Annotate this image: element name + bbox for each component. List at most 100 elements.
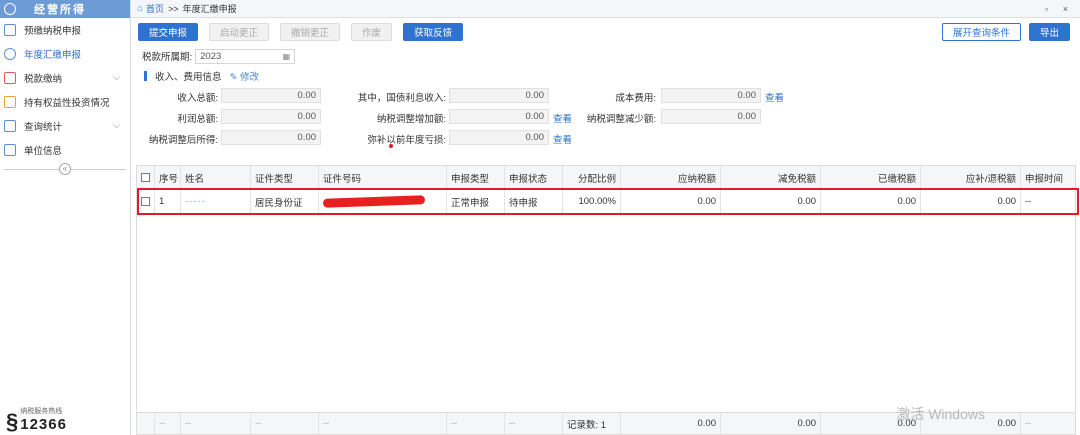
cell-tax-reduction: 0.00 <box>721 190 821 213</box>
row-checkbox[interactable] <box>141 197 150 206</box>
foot-tax-reduction: 0.00 <box>721 413 821 434</box>
foot-id-number: -- <box>319 413 447 434</box>
treasury-interest-field: 0.00 <box>449 88 549 103</box>
name-link[interactable]: ----- <box>185 196 206 207</box>
collapse-icon[interactable]: « <box>59 163 71 175</box>
edit-link[interactable]: ✎ 修改 <box>230 69 260 83</box>
sidebar: 经营所得 预缴纳税申报 年度汇缴申报 税款缴纳 ⌵ 持有权益性投资情况 查询统计… <box>0 0 131 435</box>
cell-ratio: 100.00% <box>563 190 621 213</box>
expand-query-button[interactable]: 展开查询条件 <box>941 23 1021 41</box>
period-label: 税款所属期: <box>142 52 193 63</box>
breadcrumb-home[interactable]: 首页 <box>146 2 164 15</box>
sidebar-item-payment[interactable]: 税款缴纳 ⌵ <box>0 66 130 90</box>
prior-loss-view-link[interactable]: 查看 <box>553 132 572 146</box>
table-header: 序号 姓名 证件类型 证件号码 申报类型 申报状态 分配比例 应纳税额 减免税额… <box>137 166 1075 190</box>
select-all-cell[interactable] <box>137 166 155 189</box>
payment-icon <box>4 72 16 84</box>
col-id-number: 证件号码 <box>319 166 447 189</box>
table-icon <box>4 144 16 156</box>
cell-name[interactable]: ----- <box>181 190 251 213</box>
document-icon <box>4 24 16 36</box>
total-income-field: 0.00 <box>221 88 321 103</box>
section-title: 收入、费用信息 ✎ 修改 <box>131 66 1080 86</box>
period-value: 2023 <box>200 50 222 62</box>
col-ratio: 分配比例 <box>563 166 621 189</box>
adj-decrease-label: 纳税调整减少额: <box>586 114 656 125</box>
cost-field: 0.00 <box>661 88 761 103</box>
breadcrumb-sep: >> <box>168 3 179 14</box>
hotline-logo-icon: § <box>6 409 19 434</box>
cell-decl-type: 正常申报 <box>447 190 505 213</box>
redaction-mark <box>322 195 426 208</box>
foot-name: -- <box>181 413 251 434</box>
cost-view-link[interactable]: 查看 <box>765 90 784 104</box>
home-icon: ⌂ <box>137 3 144 14</box>
sidebar-item-prepay[interactable]: 预缴纳税申报 <box>0 18 130 42</box>
export-button[interactable]: 导出 <box>1028 23 1070 41</box>
cell-status: 待申报 <box>505 190 563 213</box>
info-row-2: 利润总额: 0.00 纳税调整增加额: 0.00 查看 纳税调整减少额: 0.0… <box>131 107 1080 128</box>
period-field[interactable]: 2023 ▦ <box>195 48 296 64</box>
submit-button[interactable]: 提交申报 <box>138 23 199 41</box>
sidebar-title: 经营所得 <box>34 4 86 16</box>
foot-index: -- <box>155 413 181 434</box>
foot-id-type: -- <box>251 413 319 434</box>
info-row-3: 纳税调整后所得: 0.00 弥补以前年度亏损: 0.00 查看 <box>131 128 1080 149</box>
equity-icon <box>4 96 16 108</box>
cell-tax-paid: 0.00 <box>821 190 921 213</box>
menu-icon[interactable] <box>4 3 16 15</box>
toolbar: 提交申报 启动更正 撤销更正 作废 获取反馈 展开查询条件 导出 <box>131 18 1080 46</box>
col-id-type: 证件类型 <box>251 166 319 189</box>
breadcrumb: ⌂ 首页 >> 年度汇缴申报 ▫ × <box>131 0 1080 18</box>
breadcrumb-current: 年度汇缴申报 <box>182 4 237 14</box>
sidebar-collapse[interactable]: « <box>0 162 130 176</box>
col-tax-paid: 已缴税额 <box>821 166 921 189</box>
sidebar-item-query[interactable]: 查询统计 ⌵ <box>0 114 130 138</box>
cell-tax-payable: 0.00 <box>621 190 721 213</box>
section-bar <box>144 71 147 81</box>
hotline-label: 纳税服务热线 <box>20 408 63 415</box>
void-button[interactable]: 作废 <box>351 23 393 41</box>
sidebar-item-annual[interactable]: 年度汇缴申报 <box>0 42 130 66</box>
sidebar-item-label: 预缴纳税申报 <box>24 26 82 37</box>
annual-report-icon <box>4 48 16 60</box>
adj-increase-view-link[interactable]: 查看 <box>553 111 572 125</box>
windows-watermark: 激活 Windows <box>896 406 985 422</box>
total-income-label: 收入总额: <box>177 93 218 104</box>
cancel-correction-button[interactable]: 撤销更正 <box>280 23 341 41</box>
foot-time: -- <box>1025 418 1032 429</box>
section-title-text: 收入、费用信息 <box>155 72 222 83</box>
adjusted-income-field: 0.00 <box>221 130 321 145</box>
select-all-checkbox[interactable] <box>141 173 150 182</box>
col-decl-type: 申报类型 <box>447 166 505 189</box>
hotline: § 纳税服务热线 12366 <box>6 406 67 433</box>
adj-decrease-field: 0.00 <box>661 109 761 124</box>
col-index: 序号 <box>155 166 181 189</box>
total-profit-field: 0.00 <box>221 109 321 124</box>
cost-label: 成本费用: <box>615 93 656 104</box>
get-feedback-button[interactable]: 获取反馈 <box>403 23 464 41</box>
foot-tax-payable: 0.00 <box>621 413 721 434</box>
table-row[interactable]: 1 ----- 居民身份证 正常申报 待申报 100.00% 0.00 0.00… <box>137 190 1075 214</box>
window-controls[interactable]: ▫ × <box>1045 4 1074 14</box>
sidebar-item-unit[interactable]: 单位信息 <box>0 138 130 162</box>
chevron-down-icon[interactable]: ⌵ <box>113 120 120 131</box>
info-row-1: 收入总额: 0.00 其中，国债利息收入: 0.00 成本费用: 0.00 查看 <box>131 86 1080 107</box>
sidebar-item-label: 单位信息 <box>24 146 63 157</box>
row-select-cell[interactable] <box>137 190 155 213</box>
adj-increase-label: 纳税调整增加额: <box>376 114 446 125</box>
adjusted-income-label: 纳税调整后所得: <box>148 135 218 146</box>
foot-blank <box>137 413 155 434</box>
treasury-interest-label: 其中，国债利息收入: <box>357 93 446 104</box>
sidebar-header: 经营所得 <box>0 0 130 18</box>
calendar-icon[interactable]: ▦ <box>283 52 291 61</box>
sidebar-item-equity[interactable]: 持有权益性投资情况 <box>0 90 130 114</box>
main-content: ⌂ 首页 >> 年度汇缴申报 ▫ × 提交申报 启动更正 撤销更正 作废 获取反… <box>131 0 1080 435</box>
prior-loss-label: 弥补以前年度亏损: <box>367 135 446 146</box>
chevron-down-icon[interactable]: ⌵ <box>113 72 120 83</box>
start-correction-button[interactable]: 启动更正 <box>209 23 270 41</box>
sidebar-item-label: 查询统计 <box>24 122 63 133</box>
cell-tax-refund: 0.00 <box>921 190 1021 213</box>
cell-id-number <box>319 190 447 213</box>
foot-decl-type: -- <box>447 413 505 434</box>
